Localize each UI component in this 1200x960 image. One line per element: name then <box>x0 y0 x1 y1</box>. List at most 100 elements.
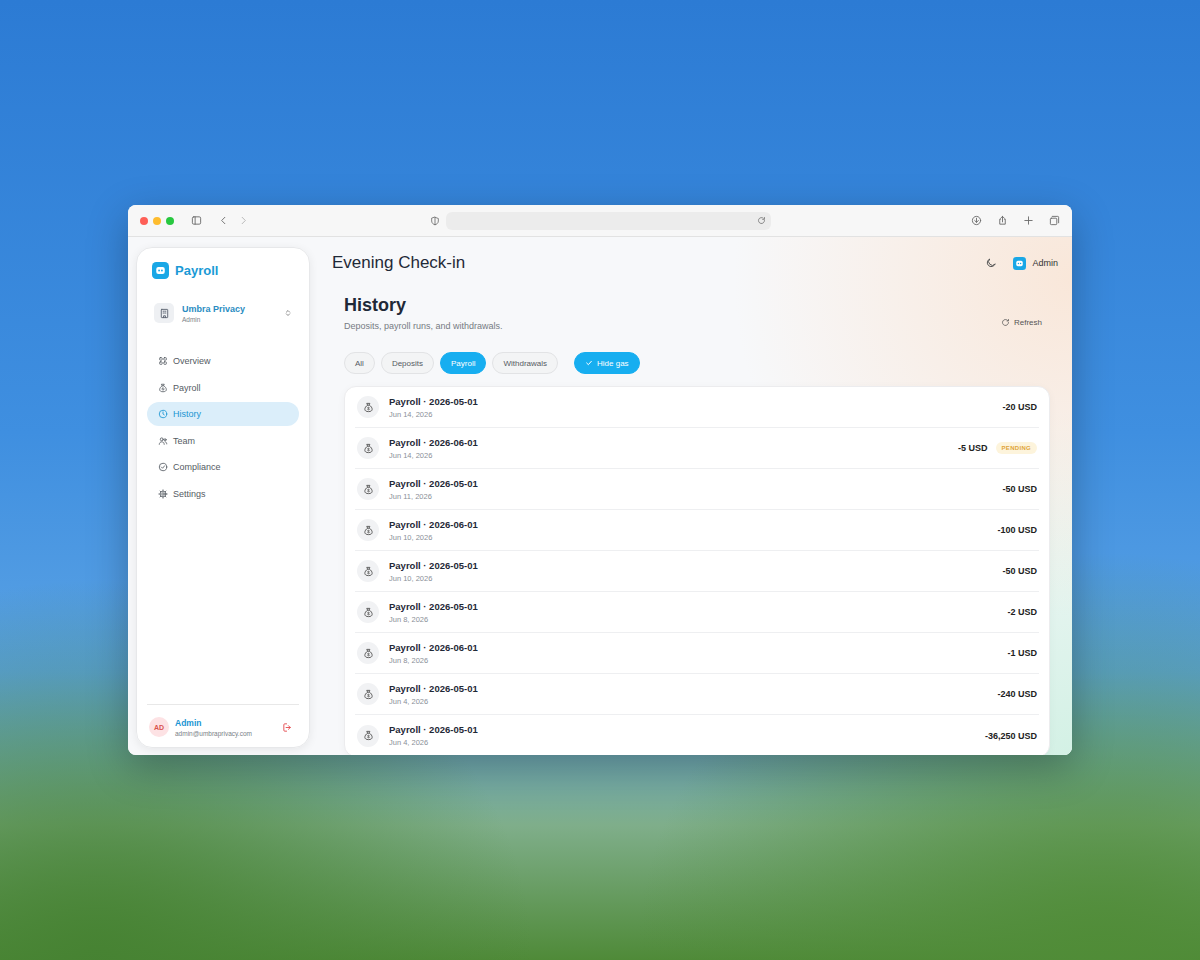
team-icon <box>158 436 168 446</box>
check-icon <box>585 359 593 367</box>
filter-pill[interactable]: Payroll <box>440 352 486 374</box>
account-avatar-icon <box>1013 257 1026 270</box>
history-row[interactable]: Payroll · 2026-06-01Jun 14, 2026-5 USDPE… <box>355 428 1039 469</box>
clock-icon <box>158 409 168 419</box>
row-icon-badge <box>357 601 379 623</box>
row-title: Payroll · 2026-05-01 <box>389 601 478 613</box>
chevron-icon <box>283 308 293 318</box>
money-bag-icon <box>363 648 374 659</box>
sidebar-nav: Overview Payroll History Team Compliance Sett… <box>147 349 299 506</box>
sidebar-item[interactable]: Compliance <box>147 455 299 479</box>
row-text: Payroll · 2026-05-01Jun 11, 2026 <box>389 478 478 501</box>
money-bag-icon <box>363 689 374 700</box>
row-title: Payroll · 2026-06-01 <box>389 642 478 654</box>
moon-icon[interactable] <box>985 257 997 269</box>
history-row[interactable]: Payroll · 2026-06-01Jun 8, 2026-1 USD <box>355 633 1039 674</box>
new-tab-icon[interactable] <box>1023 215 1034 226</box>
address-bar[interactable] <box>446 212 771 230</box>
row-date: Jun 10, 2026 <box>389 533 478 542</box>
reload-icon[interactable] <box>757 216 766 225</box>
sidebar-item-label: History <box>173 409 201 419</box>
sidebar-item[interactable]: History <box>147 402 299 426</box>
row-text: Payroll · 2026-05-01Jun 4, 2026 <box>389 724 478 747</box>
row-text: Payroll · 2026-06-01Jun 8, 2026 <box>389 642 478 665</box>
filter-label: Payroll <box>451 359 475 368</box>
filter-label: Withdrawals <box>503 359 547 368</box>
refresh-button[interactable]: Refresh <box>993 316 1050 329</box>
filter-pill[interactable]: Deposits <box>381 352 434 374</box>
minimize-button[interactable] <box>153 217 161 225</box>
app-content: Payroll Umbra PrivacyAdmin Overview Payroll… <box>128 237 1072 755</box>
row-title: Payroll · 2026-06-01 <box>389 519 478 531</box>
zoom-button[interactable] <box>166 217 174 225</box>
status-badge: PENDING <box>996 442 1037 454</box>
gear-icon <box>158 489 168 499</box>
page-header: Evening Check-inAdmin <box>332 251 1058 275</box>
section-head: HistoryDeposits, payroll runs, and withd… <box>344 294 1050 331</box>
money-bag-icon <box>363 402 374 413</box>
shield-icon[interactable] <box>430 216 440 226</box>
hide-gas-toggle[interactable]: Hide gas <box>574 352 640 374</box>
history-row[interactable]: Payroll · 2026-05-01Jun 4, 2026-240 USD <box>355 674 1039 715</box>
filter-pill[interactable]: All <box>344 352 375 374</box>
payroll-logo-icon <box>152 262 169 279</box>
history-row[interactable]: Payroll · 2026-05-01Jun 10, 2026-50 USD <box>355 551 1039 592</box>
sidebar-item[interactable]: Payroll <box>147 376 299 400</box>
row-title: Payroll · 2026-05-01 <box>389 396 478 408</box>
sidebar-item[interactable]: Team <box>147 429 299 453</box>
org-selector[interactable]: Umbra PrivacyAdmin <box>147 300 299 326</box>
section-title: History <box>344 294 503 316</box>
money-bag-icon <box>363 607 374 618</box>
forward-arrow-icon[interactable] <box>238 215 249 226</box>
refresh-icon <box>1001 318 1010 327</box>
user-footer: ADAdminadmin@umbraprivacy.com <box>147 704 299 737</box>
address-area <box>430 212 771 230</box>
sidebar-item-label: Settings <box>173 489 206 499</box>
browser-toolbar <box>128 205 1072 237</box>
history-row[interactable]: Payroll · 2026-05-01Jun 4, 2026-36,250 U… <box>355 715 1039 755</box>
sidebar-item-label: Overview <box>173 356 211 366</box>
account-button[interactable]: Admin <box>1013 257 1058 270</box>
row-amount: -20 USD <box>1002 402 1037 412</box>
history-row[interactable]: Payroll · 2026-05-01Jun 11, 2026-50 USD <box>355 469 1039 510</box>
row-date: Jun 11, 2026 <box>389 492 478 501</box>
user-email: admin@umbraprivacy.com <box>175 730 252 737</box>
org-text: Umbra PrivacyAdmin <box>182 304 283 323</box>
tab-overview-icon[interactable] <box>1049 215 1060 226</box>
money-bag-icon <box>158 383 168 393</box>
sidebar-item-label: Compliance <box>173 462 221 472</box>
row-title: Payroll · 2026-05-01 <box>389 724 478 736</box>
row-date: Jun 10, 2026 <box>389 574 478 583</box>
app-logo[interactable]: Payroll <box>147 262 299 279</box>
filter-pill[interactable]: Withdrawals <box>492 352 558 374</box>
logout-icon[interactable] <box>282 722 293 733</box>
row-amount: -100 USD <box>997 525 1037 535</box>
row-icon-badge <box>357 560 379 582</box>
back-arrow-icon[interactable] <box>218 215 229 226</box>
row-date: Jun 4, 2026 <box>389 697 478 706</box>
building-icon <box>159 308 170 319</box>
filter-label: Deposits <box>392 359 423 368</box>
row-date: Jun 14, 2026 <box>389 410 478 419</box>
row-text: Payroll · 2026-05-01Jun 10, 2026 <box>389 560 478 583</box>
grid-icon <box>158 356 168 366</box>
sidebar-item[interactable]: Overview <box>147 349 299 373</box>
sidebar: Payroll Umbra PrivacyAdmin Overview Payroll… <box>136 247 310 748</box>
close-button[interactable] <box>140 217 148 225</box>
history-section: HistoryDeposits, payroll runs, and withd… <box>344 294 1050 755</box>
download-icon[interactable] <box>971 215 982 226</box>
row-date: Jun 14, 2026 <box>389 451 478 460</box>
money-bag-icon <box>363 484 374 495</box>
history-row[interactable]: Payroll · 2026-05-01 Jun 14, 2026 -20 USD <box>355 387 1039 428</box>
history-row[interactable]: Payroll · 2026-06-01 Jun 10, 2026 -100 USD <box>355 510 1039 551</box>
share-icon[interactable] <box>997 215 1008 226</box>
row-icon-badge <box>357 683 379 705</box>
sidebar-toggle-icon[interactable] <box>191 215 202 226</box>
filter-bar: All Deposits Payroll Withdrawals Hide gas <box>344 352 1050 374</box>
history-row[interactable]: Payroll · 2026-05-01Jun 8, 2026-2 USD <box>355 592 1039 633</box>
toolbar-right <box>771 215 1073 226</box>
row-text: Payroll · 2026-05-01Jun 4, 2026 <box>389 683 478 706</box>
row-icon-badge <box>357 519 379 541</box>
sidebar-item[interactable]: Settings <box>147 482 299 506</box>
user-avatar: AD <box>149 717 169 737</box>
